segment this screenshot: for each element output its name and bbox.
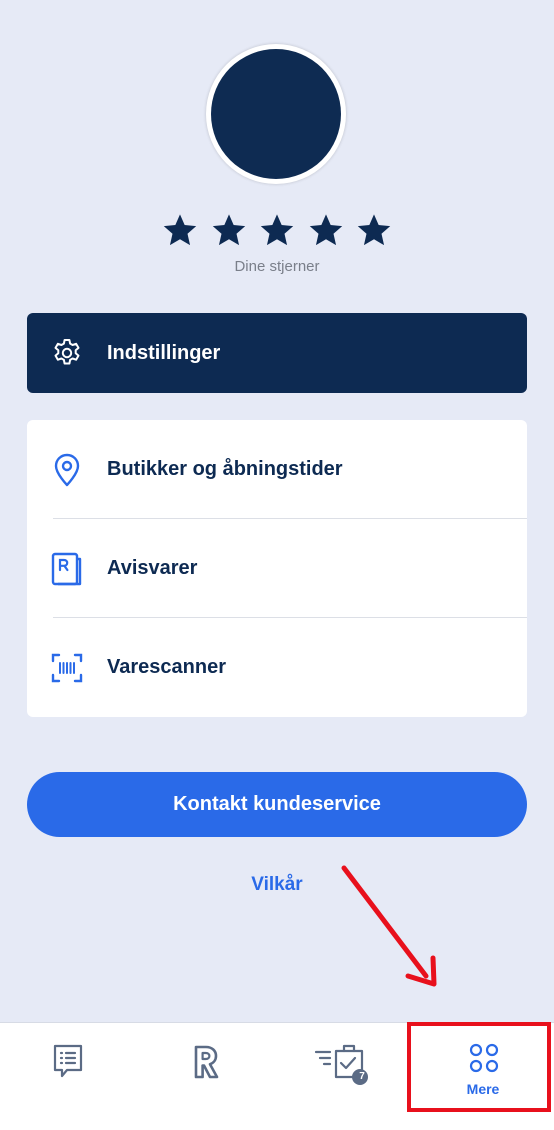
location-pin-icon — [54, 453, 80, 487]
star-icon — [356, 212, 392, 258]
star-icon — [211, 212, 247, 258]
menu-item-label: Butikker og åbningstider — [107, 458, 343, 480]
menu-item-label: Varescanner — [107, 656, 226, 678]
shopping-list-icon — [314, 1044, 368, 1085]
annotation-arrow-icon — [341, 865, 437, 987]
avatar — [206, 44, 346, 184]
star-icon — [162, 212, 198, 258]
contact-customer-service-button[interactable]: Kontakt kundeservice — [27, 772, 527, 837]
tab-rema[interactable] — [138, 1023, 276, 1130]
tab-list[interactable] — [0, 1023, 138, 1130]
star-icon — [259, 212, 295, 258]
tab-bar: 7 Mere — [0, 1022, 554, 1130]
badge-count: 7 — [359, 1071, 365, 1082]
more-icon — [469, 1043, 499, 1073]
menu-item-label: Avisvarer — [107, 557, 198, 579]
list-icon — [53, 1044, 83, 1078]
tab-shopping-list[interactable]: 7 — [276, 1023, 414, 1130]
menu-card: Butikker og åbningstider Avisvarer Vares… — [27, 420, 527, 717]
rema-logo-icon — [194, 1045, 219, 1079]
tab-more-label: Mere — [466, 1081, 500, 1097]
settings-button[interactable]: Indstillinger — [27, 313, 527, 393]
settings-label: Indstillinger — [107, 342, 221, 364]
menu-item-scanner[interactable]: Varescanner — [27, 618, 527, 717]
terms-link[interactable]: Vilkår — [0, 874, 554, 896]
menu-item-stores[interactable]: Butikker og åbningstider — [27, 420, 527, 519]
gear-icon — [54, 339, 80, 365]
stars-caption: Dine stjerner — [234, 258, 320, 275]
barcode-scanner-icon — [51, 653, 83, 683]
star-icon — [308, 212, 344, 258]
newspaper-icon — [51, 552, 82, 586]
menu-item-newspaper[interactable]: Avisvarer — [27, 519, 527, 618]
tab-more[interactable]: Mere — [414, 1023, 552, 1130]
avatar-image — [211, 49, 341, 179]
star-rating — [162, 212, 392, 258]
